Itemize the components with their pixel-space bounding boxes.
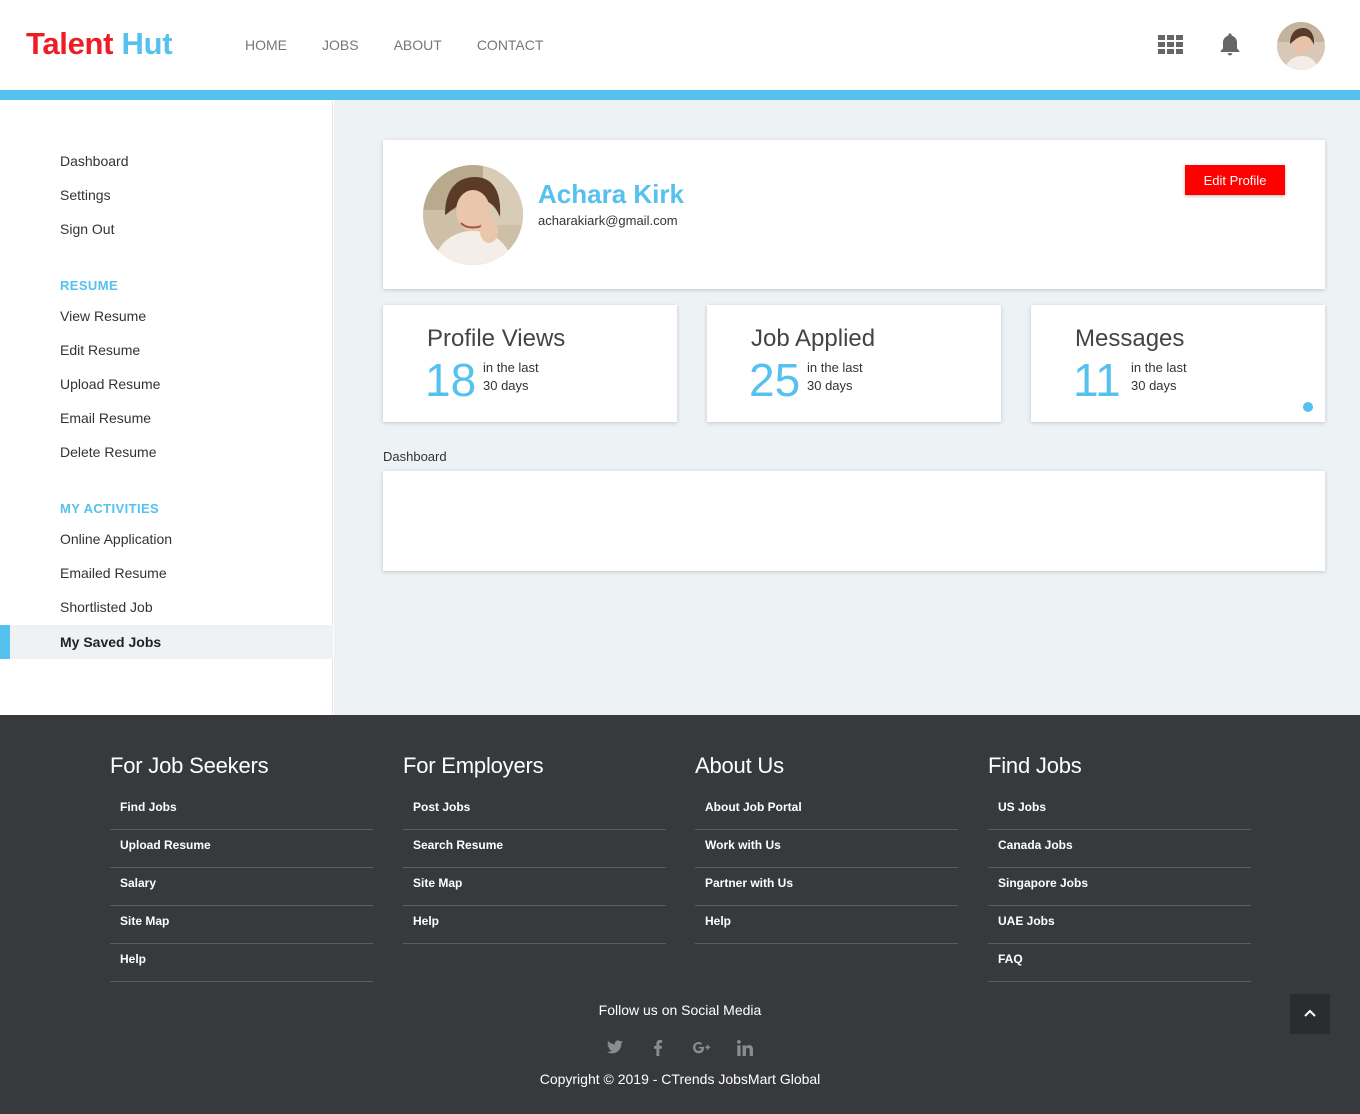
stat-period-line-1: in the last xyxy=(1131,360,1187,375)
footer-link[interactable]: Partner with Us xyxy=(695,868,958,906)
footer-link[interactable]: Find Jobs xyxy=(110,792,373,830)
footer-column-title: Find Jobs xyxy=(988,753,1082,778)
sidebar-item-view-resume[interactable]: View Resume xyxy=(60,308,146,324)
google-plus-icon[interactable] xyxy=(693,1039,710,1056)
stat-period-line-1: in the last xyxy=(483,360,539,375)
stat-period: in the last 30 days xyxy=(483,359,539,395)
sidebar-item-sign-out[interactable]: Sign Out xyxy=(60,221,114,237)
footer-link[interactable]: Site Map xyxy=(110,906,373,944)
dashboard-section-label: Dashboard xyxy=(383,449,447,464)
nav-home[interactable]: HOME xyxy=(245,37,287,53)
profile-card: Achara Kirk acharakiark@gmail.com Edit P… xyxy=(383,140,1325,289)
active-indicator xyxy=(0,625,10,659)
footer-column-title: For Job Seekers xyxy=(110,753,269,778)
sidebar-item-delete-resume[interactable]: Delete Resume xyxy=(60,444,157,460)
footer-link[interactable]: About Job Portal xyxy=(695,792,958,830)
footer-link[interactable]: Post Jobs xyxy=(403,792,666,830)
footer-link[interactable]: Salary xyxy=(110,868,373,906)
profile-email: acharakiark@gmail.com xyxy=(538,213,678,228)
footer-column-about-us: About Us About Job Portal Work with Us P… xyxy=(695,753,958,944)
top-header: Talent Hut HOME JOBS ABOUT CONTACT xyxy=(0,0,1360,90)
stat-card-profile-views[interactable]: Profile Views 18 in the last 30 days xyxy=(383,305,677,422)
sidebar-item-email-resume[interactable]: Email Resume xyxy=(60,410,151,426)
twitter-icon[interactable] xyxy=(607,1040,623,1054)
stat-card-job-applied[interactable]: Job Applied 25 in the last 30 days xyxy=(707,305,1001,422)
footer-column-title: About Us xyxy=(695,753,784,778)
stat-value: 11 xyxy=(1073,354,1121,406)
footer-column-find-jobs: Find Jobs US Jobs Canada Jobs Singapore … xyxy=(988,753,1251,982)
header-accent-stripe xyxy=(0,90,1360,100)
notification-dot xyxy=(1303,402,1313,412)
dashboard-panel xyxy=(383,471,1325,571)
logo[interactable]: Talent Hut xyxy=(26,26,173,62)
sidebar-item-online-application[interactable]: Online Application xyxy=(60,531,172,547)
stat-title: Job Applied xyxy=(751,325,876,352)
follow-us-text: Follow us on Social Media xyxy=(598,1002,762,1018)
footer-link[interactable]: Work with Us xyxy=(695,830,958,868)
sidebar: Dashboard Settings Sign Out RESUME View … xyxy=(0,100,333,715)
user-avatar[interactable] xyxy=(1277,22,1325,70)
logo-part-1: Talent xyxy=(26,26,114,61)
stat-period: in the last 30 days xyxy=(1131,359,1187,395)
chevron-up-icon xyxy=(1304,1009,1316,1017)
stat-period-line-2: 30 days xyxy=(807,378,853,393)
footer-link[interactable]: Help xyxy=(403,906,666,944)
footer-column-title: For Employers xyxy=(403,753,544,778)
sidebar-item-label: My Saved Jobs xyxy=(60,634,162,650)
stat-period-line-2: 30 days xyxy=(1131,378,1177,393)
edit-profile-button[interactable]: Edit Profile xyxy=(1185,165,1285,195)
stat-title: Profile Views xyxy=(427,325,566,352)
stat-card-messages[interactable]: Messages 11 in the last 30 days xyxy=(1031,305,1325,422)
sidebar-item-dashboard[interactable]: Dashboard xyxy=(60,153,129,169)
stat-value: 25 xyxy=(749,354,801,406)
stat-value: 18 xyxy=(425,354,477,406)
apps-grid-icon[interactable] xyxy=(1158,35,1183,55)
nav-jobs[interactable]: JOBS xyxy=(322,37,359,53)
linkedin-icon[interactable] xyxy=(737,1040,753,1056)
footer-link[interactable]: Upload Resume xyxy=(110,830,373,868)
footer-link[interactable]: FAQ xyxy=(988,944,1251,982)
footer-link[interactable]: Help xyxy=(110,944,373,982)
profile-name: Achara Kirk xyxy=(538,179,684,209)
footer-link[interactable]: Canada Jobs xyxy=(988,830,1251,868)
sidebar-heading-my-activities: MY ACTIVITIES xyxy=(60,501,160,516)
footer: For Job Seekers Find Jobs Upload Resume … xyxy=(0,715,1360,1114)
main-nav: HOME JOBS ABOUT CONTACT xyxy=(245,37,578,53)
footer-link[interactable]: Search Resume xyxy=(403,830,666,868)
footer-link[interactable]: UAE Jobs xyxy=(988,906,1251,944)
profile-photo xyxy=(423,165,523,265)
footer-column-job-seekers: For Job Seekers Find Jobs Upload Resume … xyxy=(110,753,373,982)
sidebar-item-emailed-resume[interactable]: Emailed Resume xyxy=(60,565,167,581)
stat-title: Messages xyxy=(1075,325,1185,352)
footer-link[interactable]: Site Map xyxy=(403,868,666,906)
sidebar-heading-resume: RESUME xyxy=(60,278,119,293)
copyright-text: Copyright © 2019 - CTrends JobsMart Glob… xyxy=(539,1071,821,1087)
facebook-icon[interactable] xyxy=(653,1040,663,1056)
footer-link[interactable]: US Jobs xyxy=(988,792,1251,830)
sidebar-item-edit-resume[interactable]: Edit Resume xyxy=(60,342,140,358)
footer-column-employers: For Employers Post Jobs Search Resume Si… xyxy=(403,753,666,944)
scroll-to-top-button[interactable] xyxy=(1290,994,1330,1034)
sidebar-item-shortlisted-job[interactable]: Shortlisted Job xyxy=(60,599,153,615)
sidebar-item-my-saved-jobs[interactable]: My Saved Jobs xyxy=(0,625,333,659)
bell-icon[interactable] xyxy=(1216,31,1244,59)
footer-link[interactable]: Help xyxy=(695,906,958,944)
footer-link[interactable]: Singapore Jobs xyxy=(988,868,1251,906)
sidebar-item-upload-resume[interactable]: Upload Resume xyxy=(60,376,160,392)
stat-period: in the last 30 days xyxy=(807,359,863,395)
main-content: Achara Kirk acharakiark@gmail.com Edit P… xyxy=(334,100,1360,715)
sidebar-item-settings[interactable]: Settings xyxy=(60,187,111,203)
nav-contact[interactable]: CONTACT xyxy=(477,37,544,53)
nav-about[interactable]: ABOUT xyxy=(394,37,442,53)
social-links xyxy=(600,1037,760,1059)
stat-period-line-1: in the last xyxy=(807,360,863,375)
logo-part-2: Hut xyxy=(121,26,173,61)
stat-period-line-2: 30 days xyxy=(483,378,529,393)
